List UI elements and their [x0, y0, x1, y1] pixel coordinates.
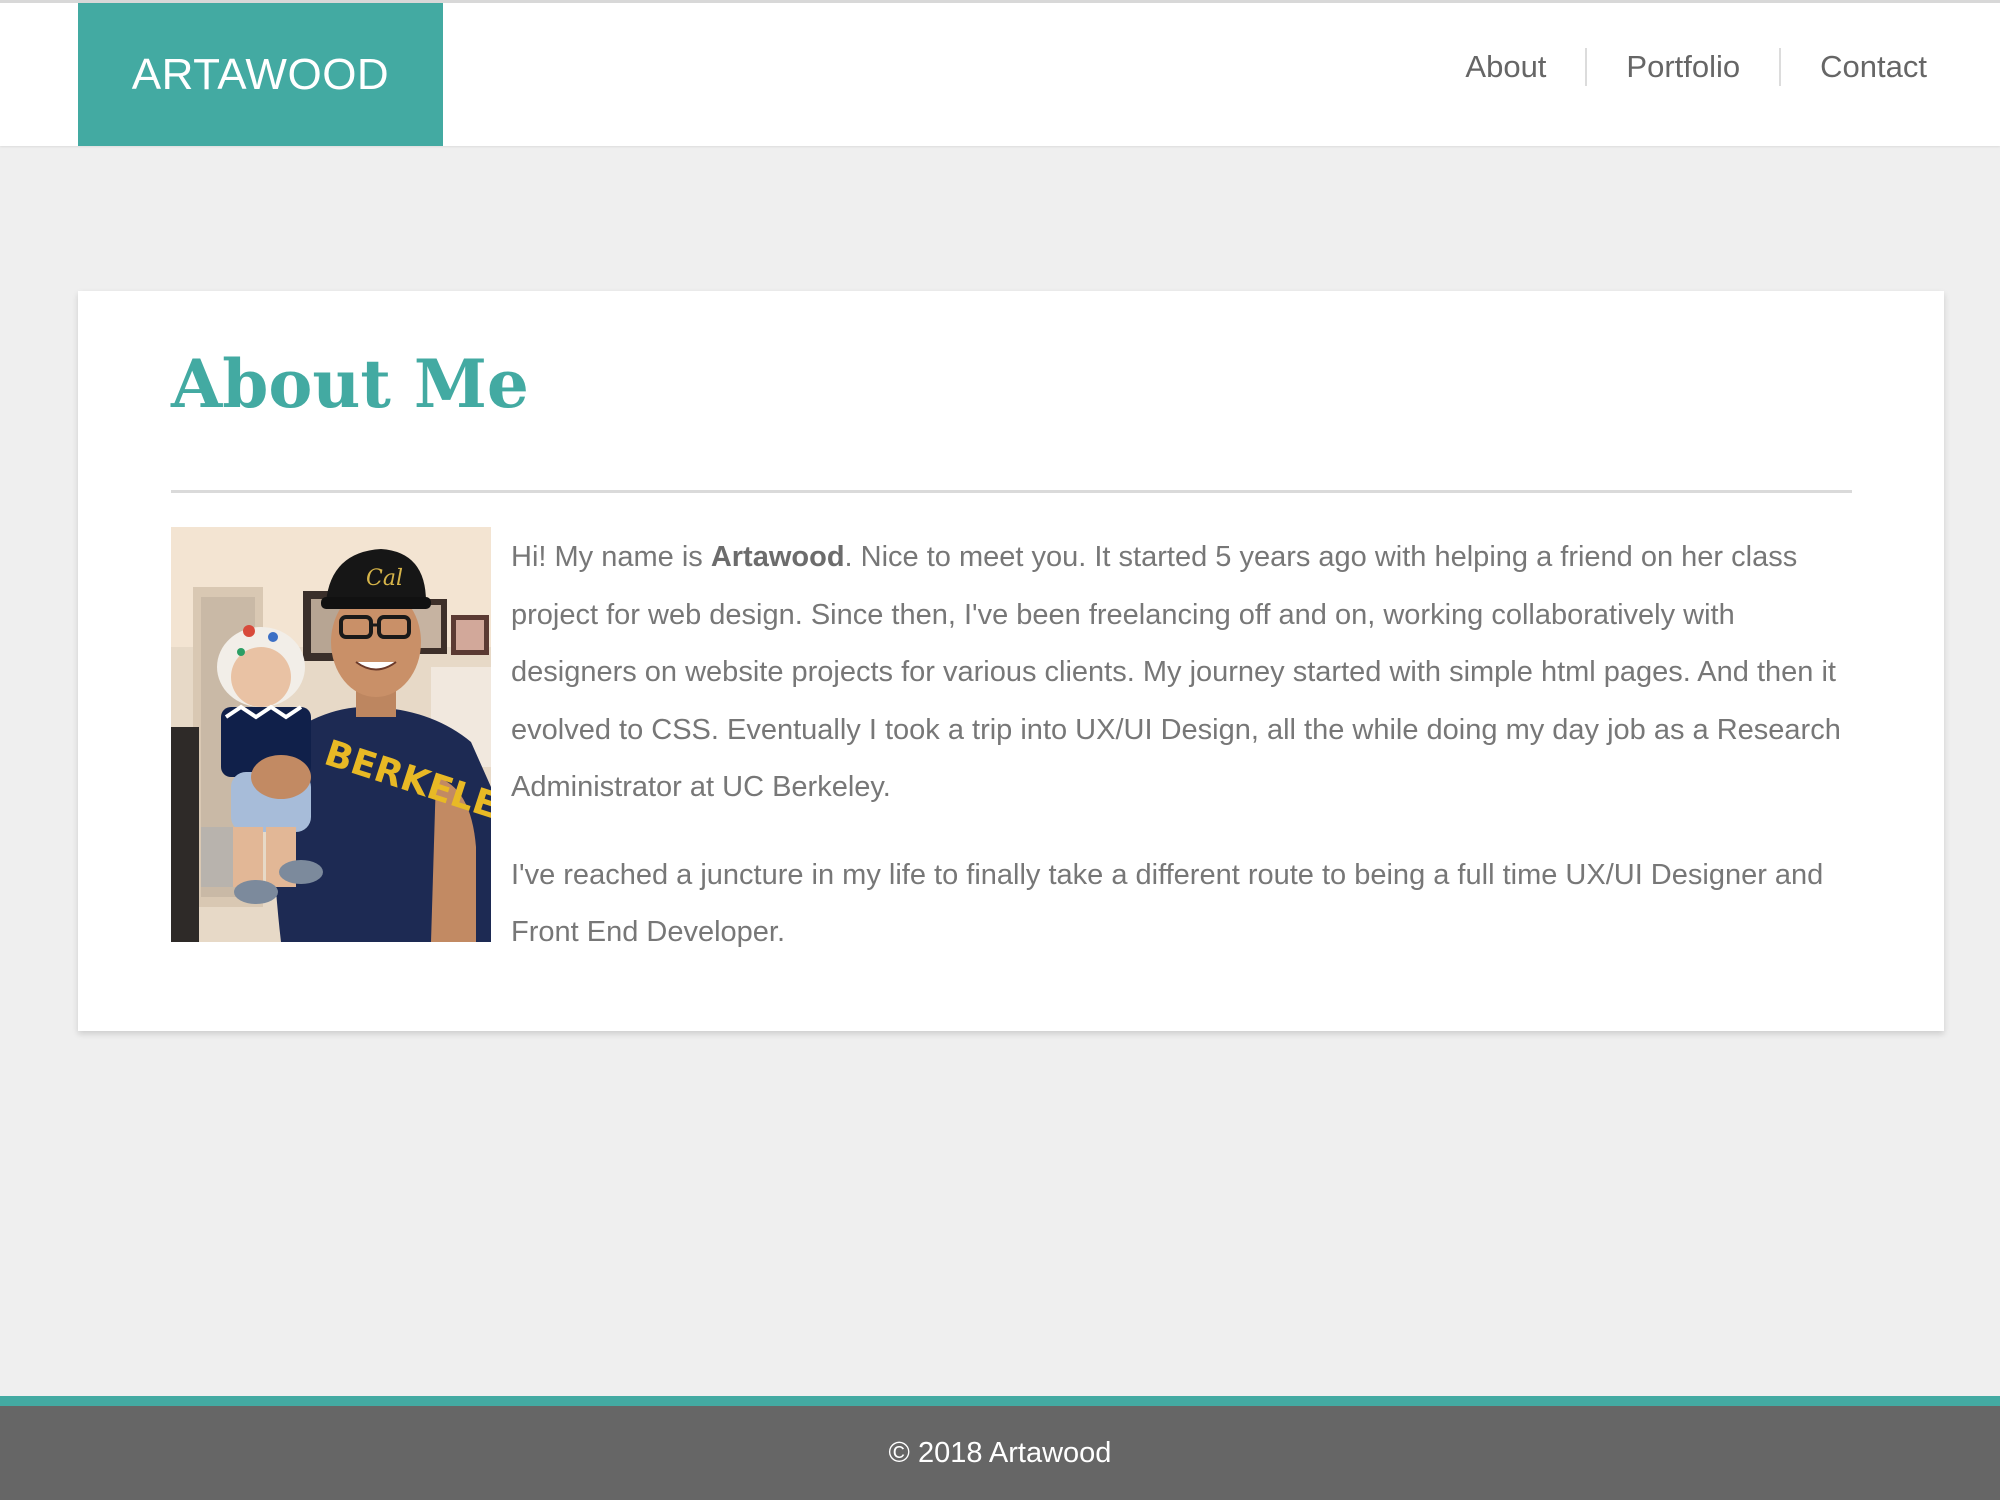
about-text: Hi! My name is Artawood. Nice to meet yo…	[511, 529, 1861, 962]
site-header: ARTAWOOD About Portfolio Contact	[0, 0, 2000, 146]
nav-portfolio-link[interactable]: Portfolio	[1587, 47, 1779, 87]
about-card: About Me Cal BERKELEY Hi! My name is Art…	[78, 291, 1944, 1031]
nav-contact-link[interactable]: Contact	[1781, 47, 1927, 87]
page: ARTAWOOD About Portfolio Contact About M…	[0, 0, 2000, 1500]
intro-paragraph: Hi! My name is Artawood. Nice to meet yo…	[511, 541, 1841, 803]
heading-divider	[171, 490, 1852, 493]
nav-about-link[interactable]: About	[1426, 47, 1585, 87]
logo-link[interactable]: ARTAWOOD	[78, 3, 443, 146]
main-nav: About Portfolio Contact	[1426, 47, 1927, 87]
site-footer: © 2018 Artawood	[0, 1396, 2000, 1500]
copyright-text: © 2018 Artawood	[888, 1436, 1112, 1469]
about-heading: About Me	[171, 345, 529, 423]
author-name: Artawood	[710, 541, 845, 573]
goal-paragraph: I've reached a juncture in my life to fi…	[511, 858, 1824, 949]
profile-photo: Cal BERKELEY	[171, 527, 491, 942]
cap-text: Cal	[366, 566, 403, 591]
